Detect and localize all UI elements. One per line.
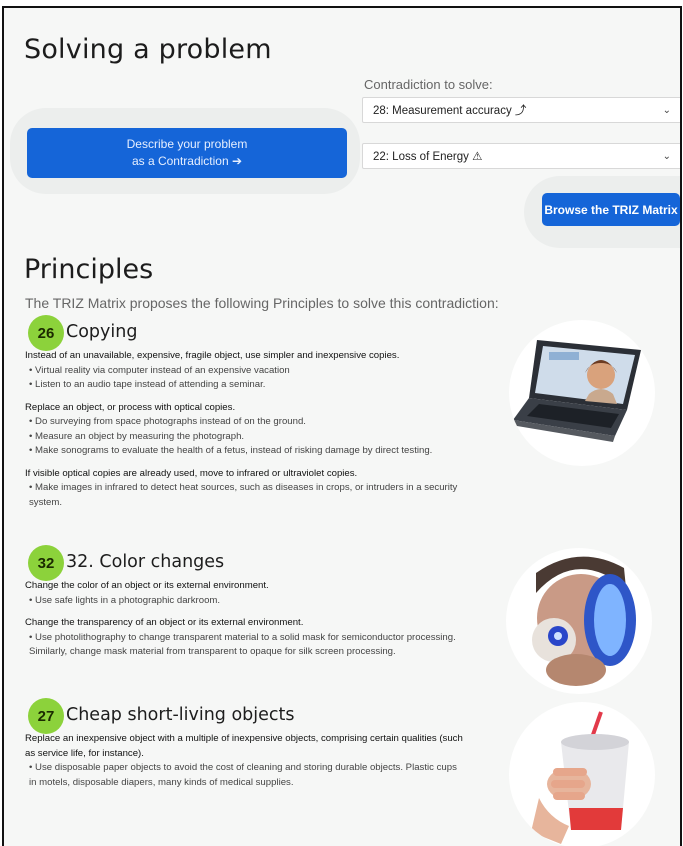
contradiction-label: Contradiction to solve:: [364, 77, 493, 92]
principle-title: Cheap short-living objects: [66, 705, 295, 725]
principle-description: Replace an inexpensive object with a mul…: [25, 732, 465, 790]
describe-button-line1: Describe your problem: [126, 137, 248, 151]
page-title: Solving a problem: [24, 34, 272, 65]
principle-description: Instead of an unavailable, expensive, fr…: [25, 349, 465, 510]
principles-subtitle: The TRIZ Matrix proposes the following P…: [25, 295, 499, 311]
principle-example: • Listen to an audio tape instead of att…: [29, 379, 266, 390]
laptop-video-call-image: [509, 320, 655, 466]
describe-problem-button[interactable]: Describe your problem as a Contradiction…: [27, 128, 347, 178]
color-light-person-image: [506, 548, 652, 694]
principle-title: 32. Color changes: [66, 552, 225, 572]
principle-number-badge: 26: [28, 315, 64, 351]
principle-example: • Use disposable paper objects to avoid …: [29, 762, 457, 788]
principle-number-badge: 27: [28, 698, 64, 734]
principle-rule: If visible optical copies are already us…: [25, 467, 358, 479]
worsening-parameter-value: 22: Loss of Energy ⚠: [373, 151, 483, 163]
principle-example: • Use photolithography to change transpa…: [29, 631, 456, 658]
principle-example: • Virtual reality via computer instead o…: [29, 364, 290, 376]
principles-heading: Principles: [24, 254, 154, 285]
improving-parameter-value: 28: Measurement accuracy ⤴: [373, 105, 527, 117]
principle-number-badge: 32: [28, 545, 64, 581]
chevron-down-icon: ⌄: [662, 104, 671, 116]
disposable-cup-image: [509, 702, 655, 846]
app-frame: Solving a problem Describe your problem …: [2, 6, 682, 846]
principle-description: Change the color of an object or its ext…: [25, 579, 465, 660]
principle-rule: Change the color of an object or its ext…: [25, 580, 269, 591]
chevron-down-icon: ⌄: [662, 150, 671, 162]
principle-example: • Measure an object by measuring the pho…: [29, 430, 245, 442]
principle-example: • Make sonograms to evaluate the health …: [29, 445, 433, 456]
principle-rule: Change the transparency of an object or …: [25, 617, 304, 628]
principle-rule: Replace an object, or process with optic…: [25, 401, 236, 413]
principle-example: • Do surveying from space photographs in…: [29, 416, 306, 427]
improving-parameter-select[interactable]: 28: Measurement accuracy ⤴ ⌄: [362, 97, 680, 123]
principle-title: Copying: [66, 322, 138, 342]
principle-rule: Instead of an unavailable, expensive, fr…: [25, 350, 400, 361]
browse-triz-matrix-button[interactable]: Browse the TRIZ Matrix: [542, 193, 680, 226]
worsening-parameter-select[interactable]: 22: Loss of Energy ⚠ ⌄: [362, 143, 680, 169]
describe-button-line2: as a Contradiction ➔: [131, 154, 243, 168]
principle-rule: Replace an inexpensive object with a mul…: [25, 733, 463, 759]
principle-example: • Use safe lights in a photographic dark…: [29, 594, 221, 606]
principle-example: • Make images in infrared to detect heat…: [29, 482, 458, 508]
